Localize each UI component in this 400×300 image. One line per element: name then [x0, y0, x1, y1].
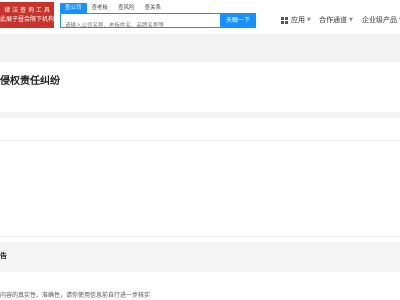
search-tab-company[interactable]: 查公司: [60, 3, 87, 13]
nav-apps[interactable]: 应用 ▼: [281, 14, 311, 26]
section-band: [0, 242, 400, 272]
nav-apps-label: 应用: [291, 16, 305, 24]
search-button[interactable]: 天眼一下: [220, 13, 256, 28]
search-tabs: 查公司 查老板 查风险 查关系: [60, 3, 166, 13]
search-tab-boss[interactable]: 查老板: [87, 3, 114, 13]
breadcrumb-band: [0, 34, 400, 62]
chevron-down-icon: ▼: [307, 17, 311, 23]
chevron-down-icon: ▼: [349, 17, 353, 23]
divider-line: [0, 140, 400, 141]
search-tab-risk[interactable]: 查风险: [113, 3, 140, 13]
nav-cooperation[interactable]: 合作通道 ▼: [319, 14, 353, 26]
logo-line-2: 此展子昼会限下机构: [0, 16, 54, 23]
search-tab-relation[interactable]: 查关系: [140, 3, 167, 13]
nav-cooperation-label: 合作通道: [319, 16, 347, 24]
top-header: 律 法 查 询 工 具 此展子昼会限下机构 查公司 查老板 查风险 查关系 天眼…: [0, 0, 400, 34]
section-divider: [0, 112, 400, 118]
nav-enterprise[interactable]: 企业级产品 ▼: [362, 14, 400, 26]
divider-line: [0, 236, 400, 237]
logo-line-1: 律 法 查 询 工 具: [4, 7, 50, 14]
disclaimer-text: 内容的真实性、准确性，请你使用信息前自行进一步核实: [0, 292, 151, 299]
search-input[interactable]: [61, 19, 220, 33]
page-title: 侵权责任纠纷: [0, 76, 60, 87]
apps-grid-icon: [281, 16, 288, 24]
nav-enterprise-label: 企业级产品: [362, 16, 397, 24]
site-logo[interactable]: 律 法 查 询 工 具 此展子昼会限下机构: [0, 2, 54, 28]
section-heading: 告: [0, 252, 7, 260]
search-box: [60, 13, 220, 33]
